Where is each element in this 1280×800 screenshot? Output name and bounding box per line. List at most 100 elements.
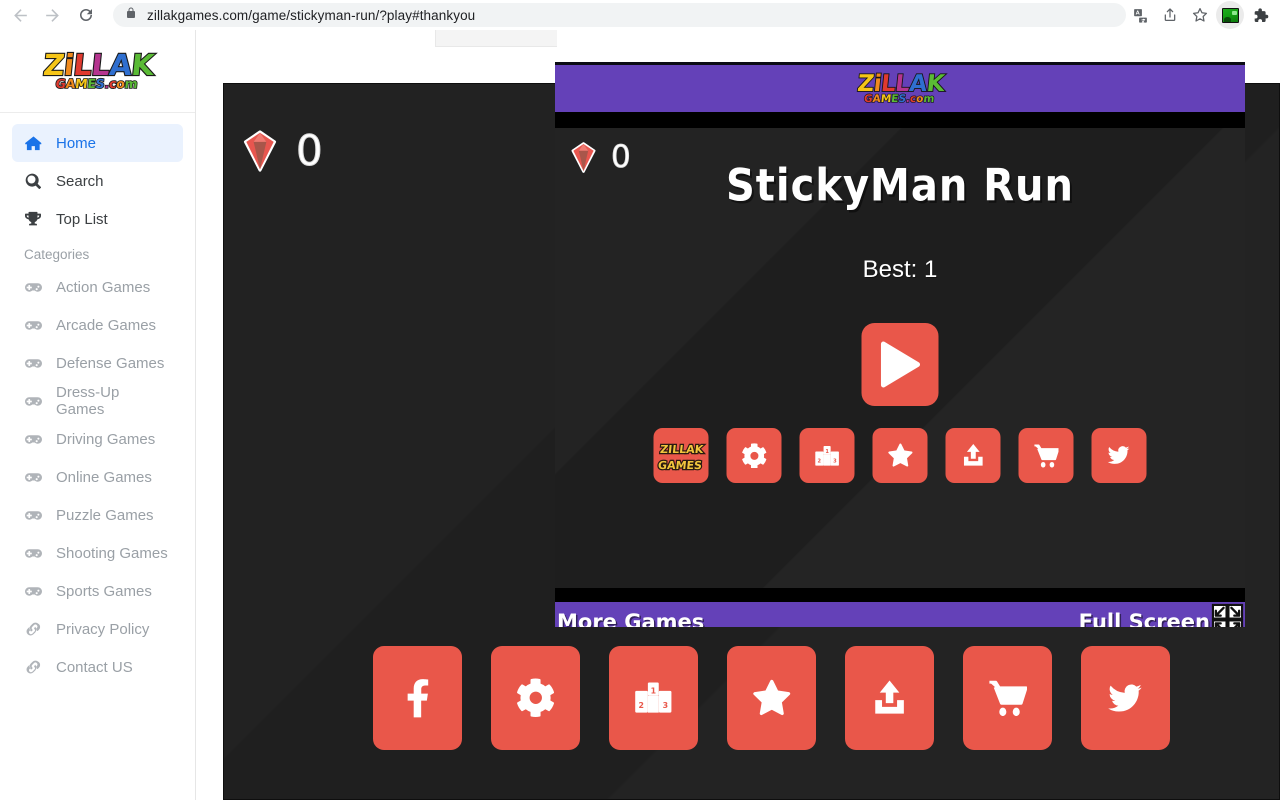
zillak-logo-icon: ZILLAKGAMES	[656, 441, 705, 472]
forward-button[interactable]	[38, 1, 66, 29]
game-title: StickyMan Run	[726, 160, 1074, 212]
svg-text:3: 3	[663, 701, 668, 710]
outer-gear-button[interactable]	[491, 646, 580, 750]
sidebar-category-sports-games[interactable]: Sports Games	[12, 572, 183, 610]
sidebar-category-arcade-games[interactable]: Arcade Games	[12, 306, 183, 344]
game-logo-sub: GAMES.com	[855, 92, 943, 105]
outer-facebook-button[interactable]	[373, 646, 462, 750]
share-upload-icon	[873, 679, 906, 717]
svg-text:1: 1	[825, 449, 829, 455]
sidebar-link-contact-us[interactable]: Contact US	[12, 648, 183, 686]
reload-button[interactable]	[72, 1, 100, 29]
site-logo[interactable]: ZiLLAK GAMES.com	[0, 30, 195, 113]
sidebar-category-action-games[interactable]: Action Games	[12, 268, 183, 306]
cart-icon	[988, 680, 1028, 717]
more-games-button[interactable]: More Games	[557, 610, 704, 628]
sidebar-item-label: Action Games	[56, 278, 151, 296]
sidebar-menu: Home Search Top List Categories Action G…	[0, 113, 195, 686]
fullscreen-expand-icon	[1211, 603, 1244, 627]
full-screen-label: Full Screen	[1078, 609, 1210, 628]
gamepad-icon	[24, 393, 42, 410]
game-footer-bar: More Games Full Screen	[555, 602, 1245, 627]
sidebar-category-puzzle-games[interactable]: Puzzle Games	[12, 496, 183, 534]
gamepad-icon	[24, 431, 42, 448]
sidebar-category-dress-up-games[interactable]: Dress-Up Games	[12, 382, 183, 420]
translate-icon[interactable]	[1126, 1, 1154, 29]
content-gutter	[196, 30, 223, 800]
search-icon	[24, 173, 42, 189]
home-icon	[24, 135, 42, 152]
sidebar-item-home[interactable]: Home	[12, 124, 183, 162]
sidebar-item-label: Contact US	[56, 658, 133, 676]
back-button[interactable]	[6, 1, 34, 29]
twitter-icon	[1105, 681, 1145, 715]
sidebar-category-driving-games[interactable]: Driving Games	[12, 420, 183, 458]
full-screen-button[interactable]: Full Screen	[1078, 603, 1244, 628]
toolbar-actions	[1126, 1, 1280, 29]
outer-podium-button[interactable]: 1 2 3	[609, 646, 698, 750]
logo-letter: M	[73, 75, 88, 92]
sidebar-item-search[interactable]: Search	[12, 162, 183, 200]
outer-cart-button[interactable]	[963, 646, 1052, 750]
sidebar-item-label: Top List	[56, 210, 108, 228]
sidebar-item-label: Defense Games	[56, 354, 165, 372]
categories-heading: Categories	[24, 247, 90, 262]
sidebar-item-label: Search	[56, 172, 104, 190]
extensions-puzzle-icon[interactable]	[1246, 1, 1274, 29]
bookmark-star-icon[interactable]	[1186, 1, 1214, 29]
sidebar-item-label: Sports Games	[56, 582, 152, 600]
game-icon-row: ZILLAKGAMES 1 2 3	[653, 428, 1147, 483]
sidebar-category-online-games[interactable]: Online Games	[12, 458, 183, 496]
link-icon	[24, 621, 42, 637]
game-gear-button[interactable]	[726, 428, 782, 483]
twitter-icon	[1106, 444, 1132, 466]
best-score-label: Best: 1	[862, 256, 938, 283]
share-icon[interactable]	[1156, 1, 1184, 29]
game-share-upload-button[interactable]	[945, 428, 1001, 483]
gamepad-icon	[24, 469, 42, 486]
sidebar-category-shooting-games[interactable]: Shooting Games	[12, 534, 183, 572]
site-logo-sub: GAMES.com	[40, 75, 151, 92]
sidebar-item-label: Driving Games	[56, 430, 156, 448]
outer-score-value: 0	[296, 126, 324, 175]
share-upload-icon	[962, 443, 984, 468]
sidebar-categories: Action Games Arcade Games Defense Games …	[0, 268, 195, 610]
game-star-button[interactable]	[872, 428, 928, 483]
more-games-label: More Games	[557, 609, 705, 628]
star-icon	[887, 443, 913, 468]
trophy-icon	[24, 211, 42, 227]
gamepad-icon	[24, 545, 42, 562]
sidebar-item-label: Puzzle Games	[56, 506, 154, 524]
game-stage[interactable]: 0 StickyMan Run Best: 1 ZILLAKGAMES 1 2 …	[555, 128, 1245, 588]
game-podium-button[interactable]: 1 2 3	[799, 428, 855, 483]
game-header-bar[interactable]: ZiLLAK GAMES.com	[555, 65, 1245, 112]
outer-star-button[interactable]	[727, 646, 816, 750]
gamepad-icon	[24, 355, 42, 372]
outer-twitter-button[interactable]	[1081, 646, 1170, 750]
header-divider	[555, 112, 1245, 128]
ad-placeholder	[435, 30, 557, 47]
gear-icon	[516, 678, 556, 718]
podium-icon: 1 2 3	[814, 445, 839, 467]
svg-text:2: 2	[817, 458, 821, 464]
game-cart-button[interactable]	[1018, 428, 1074, 483]
gamepad-icon	[24, 583, 42, 600]
sidebar-link-privacy-policy[interactable]: Privacy Policy	[12, 610, 183, 648]
facebook-icon	[406, 678, 430, 718]
extension-green-icon[interactable]	[1216, 1, 1244, 29]
gear-icon	[741, 442, 767, 469]
outer-icon-row: 1 2 3	[373, 646, 1170, 750]
play-button[interactable]	[861, 323, 939, 406]
sidebar-category-defense-games[interactable]: Defense Games	[12, 344, 183, 382]
outer-share-upload-button[interactable]	[845, 646, 934, 750]
svg-text:2: 2	[639, 701, 644, 710]
sidebar-item-top-list[interactable]: Top List	[12, 200, 183, 238]
svg-text:3: 3	[833, 458, 837, 464]
address-bar[interactable]: zillakgames.com/game/stickyman-run/?play…	[113, 3, 1126, 27]
sidebar-links: Privacy Policy Contact US	[0, 610, 195, 686]
gamepad-icon	[24, 507, 42, 524]
outer-score-display: 0	[238, 126, 324, 175]
logo-letter: m	[123, 75, 139, 92]
zillak-logo-button[interactable]: ZILLAKGAMES	[653, 428, 709, 483]
game-twitter-button[interactable]	[1091, 428, 1147, 483]
